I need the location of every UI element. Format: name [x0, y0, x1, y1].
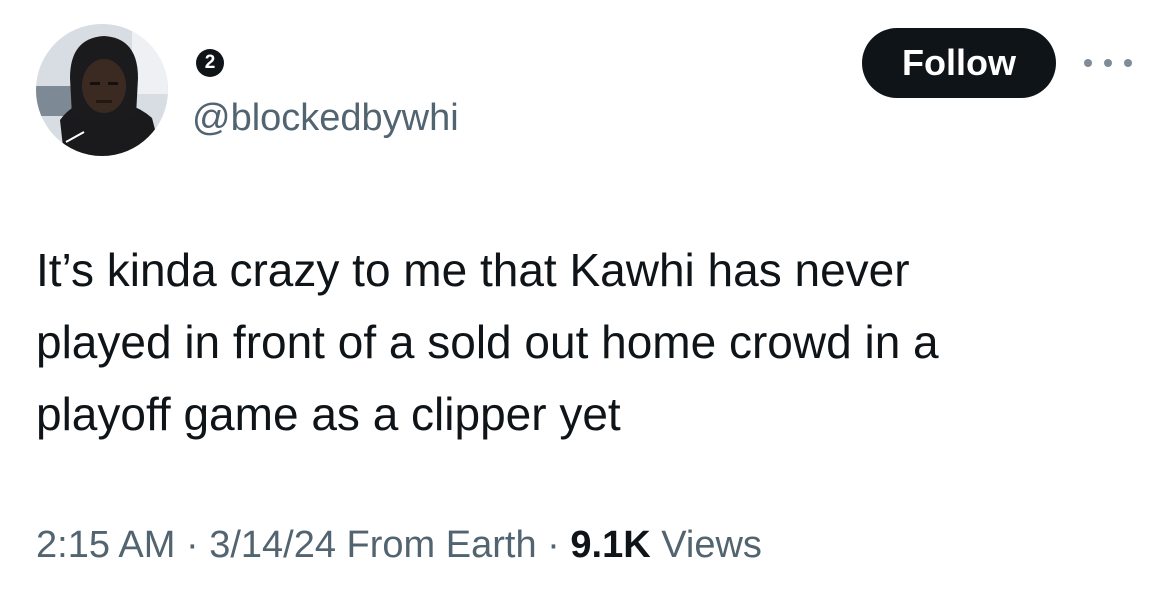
tweet-location: From Earth: [336, 524, 537, 566]
avatar-image: [36, 24, 168, 156]
tweet-text: It’s kinda crazy to me that Kawhi has ne…: [36, 244, 939, 440]
tweet-time[interactable]: 2:15 AM: [36, 524, 175, 566]
notification-badge: 2: [196, 49, 224, 77]
author-avatar[interactable]: [36, 24, 168, 156]
meta-separator: ·: [536, 524, 571, 566]
more-options-icon[interactable]: [1084, 50, 1132, 76]
views-label: Views: [650, 524, 762, 566]
tweet-date[interactable]: 3/14/24: [209, 524, 336, 566]
tweet-meta: 2:15 AM · 3/14/24 From Earth · 9.1K View…: [36, 522, 762, 568]
more-dot: [1084, 59, 1092, 67]
more-dot: [1124, 59, 1132, 67]
tweet-card: 2 @blockedbywhi Follow It’s kinda crazy …: [0, 0, 1170, 604]
author-handle[interactable]: @blockedbywhi: [192, 96, 459, 140]
views-count[interactable]: 9.1K: [570, 524, 650, 566]
more-dot: [1104, 59, 1112, 67]
meta-separator: ·: [175, 524, 210, 566]
follow-button[interactable]: Follow: [862, 28, 1056, 98]
